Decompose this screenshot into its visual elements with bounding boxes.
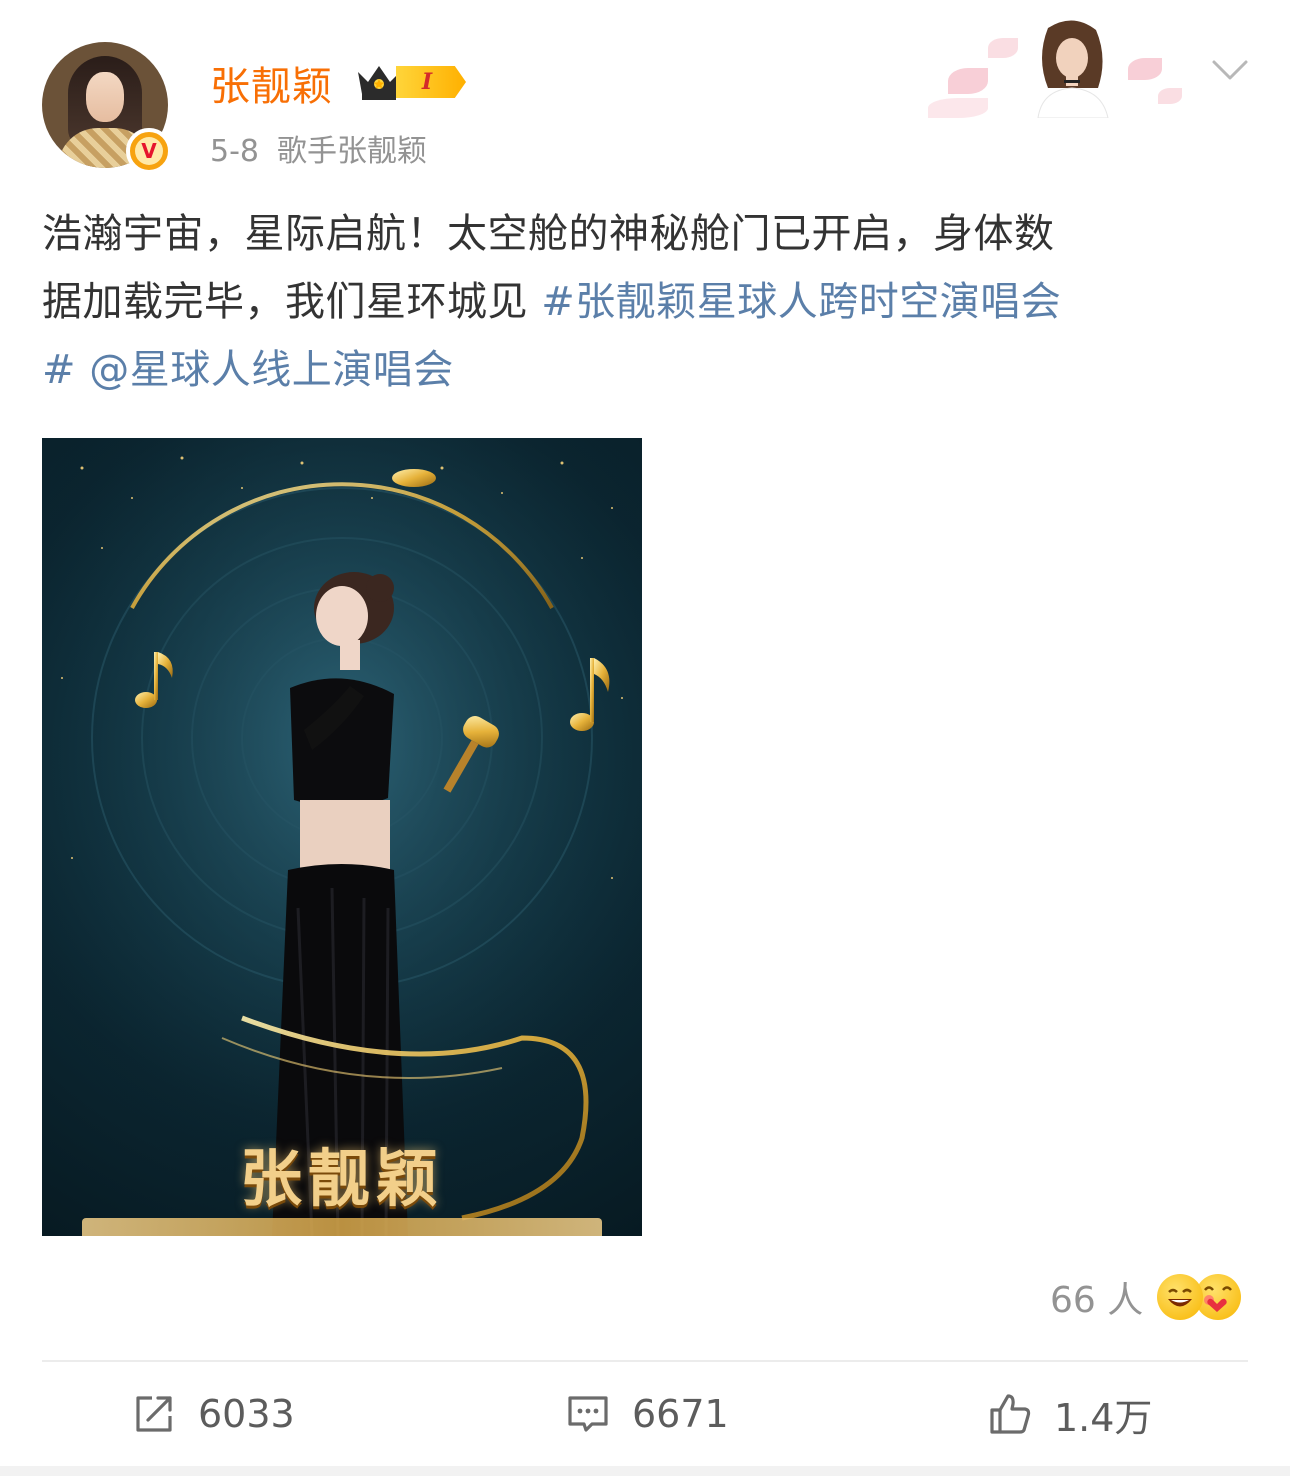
decoration-portrait-icon (1037, 20, 1109, 118)
chevron-down-icon[interactable] (1208, 52, 1252, 88)
post-date: 5-8 (210, 134, 259, 169)
hashtag-link[interactable]: #张靓颖星球人跨时空演唱会 (541, 279, 1061, 325)
post-text-line-1: 浩瀚宇宙，星际启航！太空舱的神秘舱门已开启，身体数 (42, 211, 1055, 257)
comment-icon (568, 1396, 608, 1432)
vip-badge[interactable]: I (354, 60, 470, 102)
like-button[interactable]: 1.4万 (988, 1386, 1152, 1442)
laugh-emoji-icon (1157, 1274, 1204, 1320)
action-bar: 6033 6671 1.4万 (0, 1362, 1290, 1470)
mention-link[interactable]: @星球人线上演唱会 (76, 347, 454, 393)
post-source: 歌手张靓颖 (277, 134, 427, 169)
weibo-post-card: V 张靓颖 I 5-8 歌手张靓颖 浩瀚宇宙，星际启航！太空舱的神秘舱门已开启，… (0, 0, 1290, 1476)
poster-title: 张靓颖 (239, 1142, 444, 1215)
hashtag-link-end[interactable]: # (42, 347, 76, 393)
poster-subtitle-cropped (82, 1218, 602, 1236)
like-count: 1.4万 (1054, 1395, 1153, 1440)
post-text-line-3: # @星球人线上演唱会 (42, 336, 1248, 404)
vip-level-label: I (396, 66, 466, 98)
repost-count: 6033 (198, 1392, 295, 1436)
post-meta: 5-8 歌手张靓颖 (210, 126, 427, 170)
reaction-count: 66 人 (1050, 1280, 1144, 1321)
repost-button[interactable]: 6033 (132, 1386, 295, 1442)
card-decoration (928, 18, 1188, 118)
post-text: 浩瀚宇宙，星际启航！太空舱的神秘舱门已开启，身体数 据加载完毕，我们星环城见 #… (42, 200, 1248, 404)
comment-button[interactable]: 6671 (566, 1386, 729, 1442)
poster-artwork (42, 438, 642, 1236)
reaction-summary[interactable]: 66 人 (1050, 1270, 1242, 1324)
verified-badge-icon: V (126, 128, 172, 174)
post-image[interactable]: 张靓颖 (42, 438, 642, 1236)
repost-icon (136, 1396, 172, 1432)
thumbs-up-icon (990, 1394, 1031, 1434)
author-name[interactable]: 张靓颖 (210, 54, 333, 112)
post-text-line-2-text: 据加载完毕，我们星环城见 (42, 279, 542, 325)
post-text-line-2: 据加载完毕，我们星环城见 #张靓颖星球人跨时空演唱会 (42, 268, 1248, 336)
bottom-separator (0, 1466, 1290, 1476)
comment-count: 6671 (632, 1392, 729, 1436)
